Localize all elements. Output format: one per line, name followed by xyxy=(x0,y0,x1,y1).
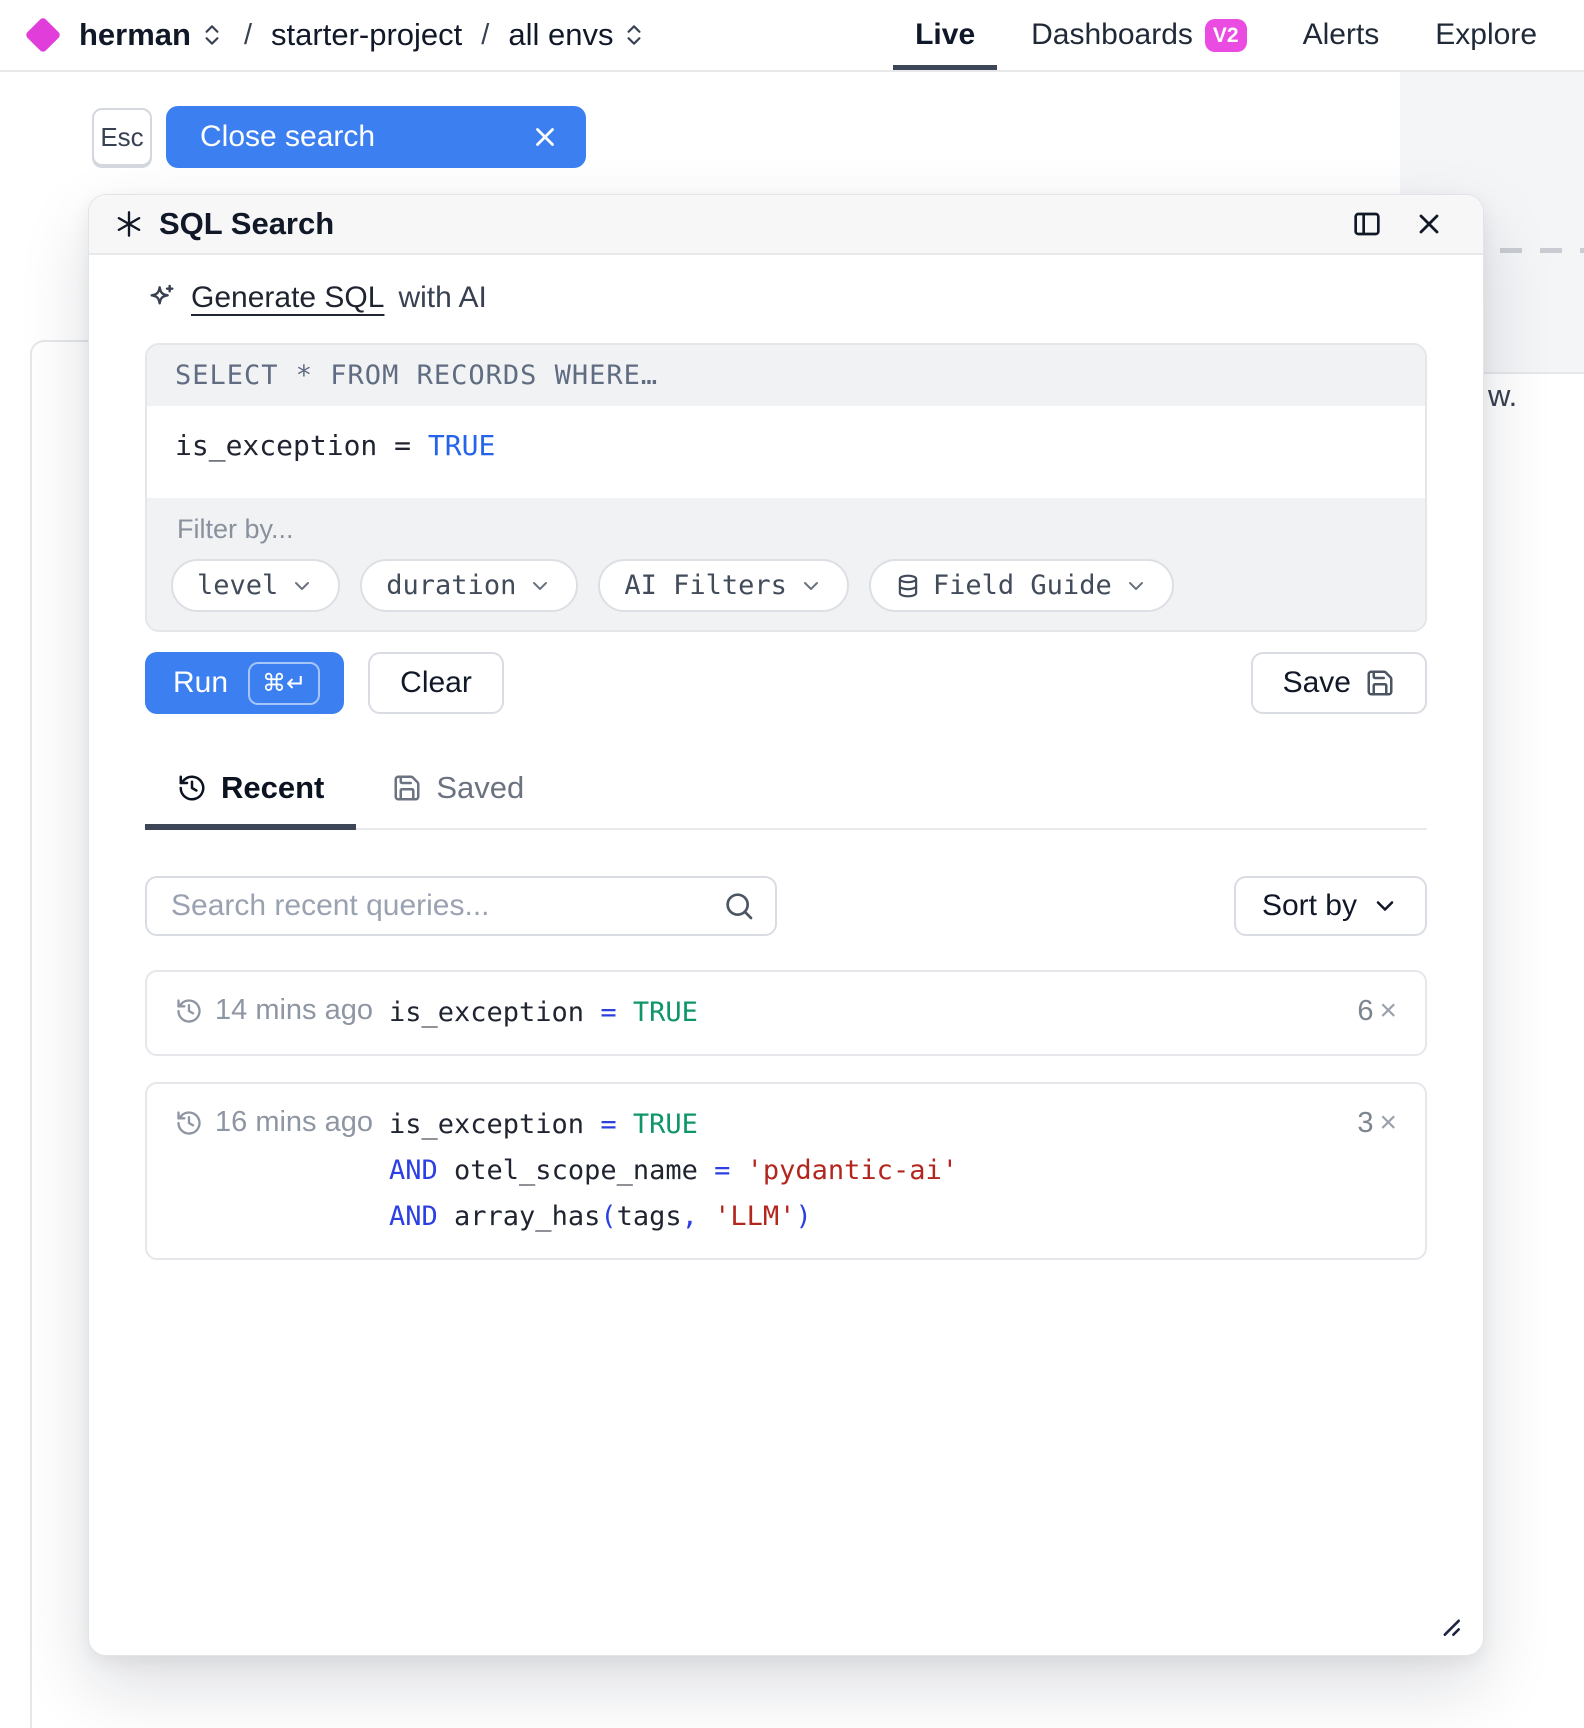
history-icon xyxy=(175,1109,203,1137)
nav-tab-live[interactable]: Live xyxy=(915,0,975,70)
save-button[interactable]: Save xyxy=(1251,652,1427,714)
filter-pill-level[interactable]: level xyxy=(171,559,340,612)
nav-tab-explore[interactable]: Explore xyxy=(1435,0,1537,70)
chevrons-up-down-icon xyxy=(199,22,225,48)
esc-keycap[interactable]: Esc xyxy=(92,108,152,166)
tab-recent[interactable]: Recent xyxy=(145,770,356,830)
org-selector[interactable]: herman xyxy=(79,17,225,53)
query-count: 3 × xyxy=(1357,1102,1397,1140)
close-icon[interactable] xyxy=(530,122,560,152)
panel-left-icon[interactable] xyxy=(1351,208,1383,240)
background-left-card xyxy=(30,340,90,1728)
query-sql: is_exception = TRUEAND otel_scope_name =… xyxy=(389,1102,958,1240)
run-button[interactable]: Run ⌘↵ xyxy=(145,652,344,714)
filter-section: Filter by... level duration AI Filters xyxy=(147,498,1425,630)
logfire-logo-icon[interactable] xyxy=(25,17,62,54)
breadcrumb: herman / starter-project / all envs xyxy=(30,17,647,53)
query-count: 6 × xyxy=(1357,990,1397,1028)
filter-pill-duration[interactable]: duration xyxy=(360,559,578,612)
save-icon xyxy=(392,773,422,803)
close-search-button[interactable]: Close search xyxy=(166,106,586,168)
chevron-down-icon xyxy=(528,574,552,598)
asterisk-icon xyxy=(115,210,143,238)
v2-badge: V2 xyxy=(1205,19,1247,52)
sql-search-modal: SQL Search Generate SQL with AI SELECT *… xyxy=(88,194,1484,1656)
env-selector[interactable]: all envs xyxy=(508,17,647,53)
recent-query-row[interactable]: 14 mins ago is_exception = TRUE 6 × xyxy=(145,970,1427,1056)
sparkles-icon xyxy=(145,282,177,314)
recent-query-row[interactable]: 16 mins ago is_exception = TRUEAND otel_… xyxy=(145,1082,1427,1260)
history-icon xyxy=(177,773,207,803)
tab-saved[interactable]: Saved xyxy=(360,770,556,830)
modal-body: Generate SQL with AI SELECT * FROM RECOR… xyxy=(89,281,1483,1260)
sql-editor-input[interactable]: is_exception = TRUE xyxy=(147,406,1425,498)
chevrons-up-down-icon xyxy=(621,22,647,48)
query-timestamp: 16 mins ago xyxy=(175,1102,389,1139)
chevron-down-icon xyxy=(799,574,823,598)
chevron-down-icon xyxy=(1371,892,1399,920)
history-icon xyxy=(175,997,203,1025)
recent-toolbar: Sort by xyxy=(145,876,1427,936)
remove-icon[interactable]: × xyxy=(1379,1106,1397,1140)
filter-pill-ai-filters[interactable]: AI Filters xyxy=(598,559,849,612)
modal-title: SQL Search xyxy=(115,206,334,242)
search-icon xyxy=(723,890,755,922)
resize-handle[interactable] xyxy=(1433,1609,1463,1639)
query-timestamp: 14 mins ago xyxy=(175,990,389,1027)
generate-sql-row: Generate SQL with AI xyxy=(145,281,1427,315)
nav-tab-dashboards[interactable]: Dashboards V2 xyxy=(1031,0,1246,70)
search-recent-input[interactable] xyxy=(145,876,777,936)
database-icon xyxy=(895,573,921,599)
breadcrumb-separator: / xyxy=(240,19,256,52)
remove-icon[interactable]: × xyxy=(1379,994,1397,1028)
sql-editor-placeholder: SELECT * FROM RECORDS WHERE… xyxy=(147,345,1425,406)
project-name[interactable]: starter-project xyxy=(271,17,462,53)
generate-sql-suffix: with AI xyxy=(398,281,486,315)
run-shortcut-badge: ⌘↵ xyxy=(248,662,320,705)
nav-links: Live Dashboards V2 Alerts Explore xyxy=(915,0,1537,70)
chevron-down-icon xyxy=(1124,574,1148,598)
breadcrumb-separator: / xyxy=(477,19,493,52)
close-icon[interactable] xyxy=(1413,208,1445,240)
filter-by-label: Filter by... xyxy=(171,514,1401,545)
close-search-row: Esc Close search xyxy=(92,106,586,168)
save-icon xyxy=(1365,668,1395,698)
background-partial-text: w. xyxy=(1488,378,1517,414)
editor-actions: Run ⌘↵ Clear Save xyxy=(145,652,1427,714)
modal-actions xyxy=(1351,208,1445,240)
query-sql: is_exception = TRUE xyxy=(389,990,698,1036)
nav-tab-alerts[interactable]: Alerts xyxy=(1303,0,1380,70)
env-name: all envs xyxy=(508,17,613,53)
chevron-down-icon xyxy=(290,574,314,598)
filter-pill-field-guide[interactable]: Field Guide xyxy=(869,559,1174,612)
clear-button[interactable]: Clear xyxy=(368,652,504,714)
sort-by-button[interactable]: Sort by xyxy=(1234,876,1427,936)
active-tab-underline xyxy=(893,65,997,70)
search-box xyxy=(145,876,777,936)
generate-sql-link[interactable]: Generate SQL xyxy=(191,281,384,315)
query-tabs: Recent Saved xyxy=(145,770,1427,830)
org-name: herman xyxy=(79,17,191,53)
sql-editor: SELECT * FROM RECORDS WHERE… is_exceptio… xyxy=(145,343,1427,632)
top-nav: herman / starter-project / all envs Live… xyxy=(0,0,1584,72)
modal-header: SQL Search xyxy=(89,195,1483,255)
filter-pills: level duration AI Filters Field Guide xyxy=(171,559,1401,612)
